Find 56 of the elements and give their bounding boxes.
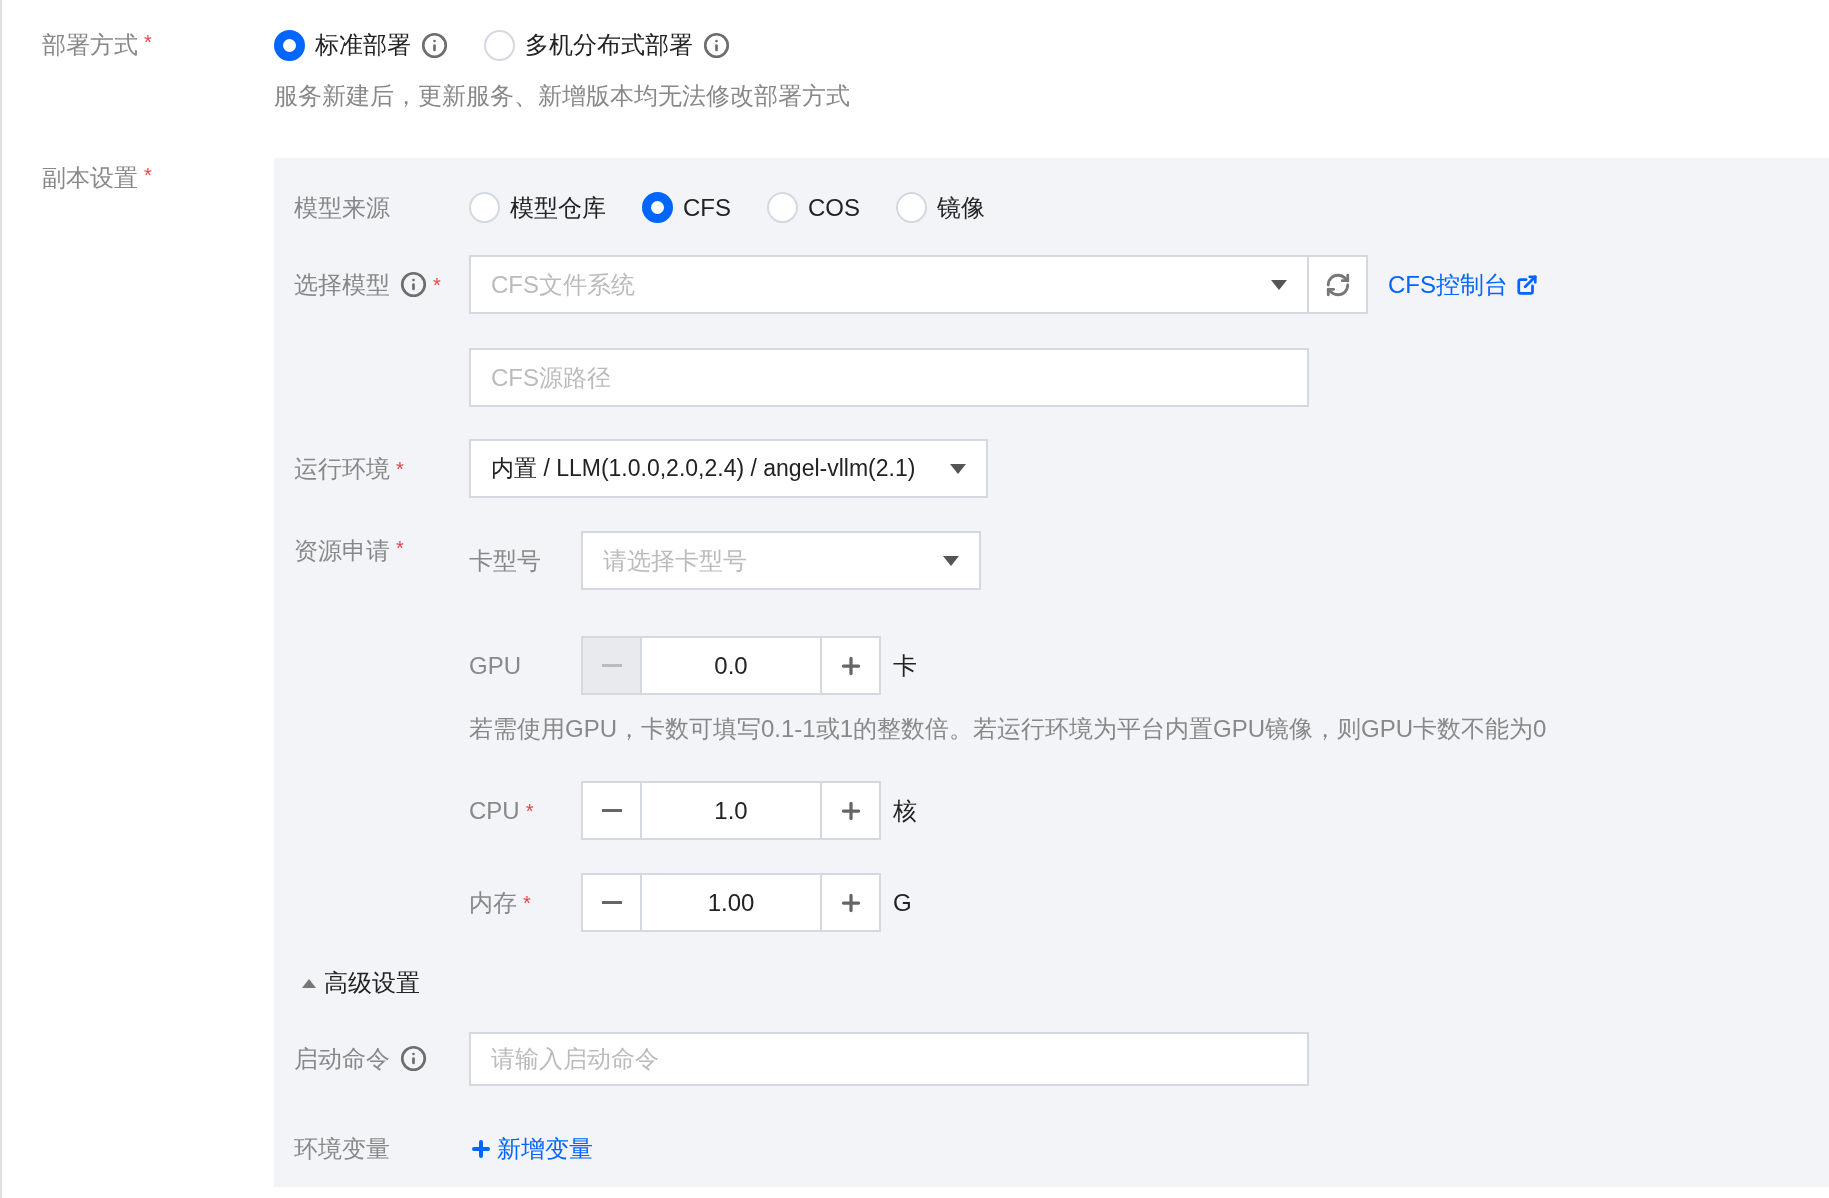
stepper-value: 1.00 <box>706 887 756 918</box>
required-asterisk: * <box>525 798 534 824</box>
dropdown-caret-icon <box>1271 279 1287 290</box>
add-variable-link[interactable]: 新增变量 <box>469 1130 593 1167</box>
unit-label: G <box>893 887 912 918</box>
field-label: 部署方式 <box>42 30 138 60</box>
refresh-button[interactable] <box>1309 255 1368 314</box>
field-label: 运行环境 <box>294 453 390 484</box>
number-stepper[interactable]: 1.0 <box>581 781 881 840</box>
field-label: GPU <box>469 650 521 681</box>
dropdown-field[interactable]: 内置 / LLM(1.0.0,2.0,2.4) / angel-vllm(2.1) <box>469 439 988 498</box>
required-asterisk: * <box>396 536 404 561</box>
unit-label: 核 <box>893 795 917 826</box>
radio-option[interactable]: 镜像 <box>896 189 985 226</box>
unit-label: 卡 <box>893 650 917 681</box>
required-asterisk: * <box>396 456 404 482</box>
field-label: 副本设置 <box>42 163 138 193</box>
required-asterisk: * <box>144 30 152 55</box>
minus-icon <box>601 901 622 904</box>
command-input[interactable]: 请输入启动命令 <box>469 1031 1309 1086</box>
dropdown-caret-icon <box>950 463 966 474</box>
number-stepper[interactable]: 1.00 <box>581 873 881 932</box>
field-label: 选择模型 <box>294 269 390 300</box>
collapse-caret-icon <box>302 978 316 988</box>
refresh-icon <box>1324 271 1351 298</box>
field-label: 内存 <box>469 887 517 918</box>
hint-text: 服务新建后，更新服务、新增版本均无法修改部署方式 <box>274 81 850 111</box>
info-icon[interactable] <box>421 31 448 59</box>
radio-option[interactable]: CFS <box>642 189 731 226</box>
path-input[interactable]: CFS源路径 <box>469 348 1309 407</box>
minus-icon <box>601 809 622 812</box>
radio-option[interactable]: 模型仓库 <box>469 189 606 226</box>
required-asterisk: * <box>433 272 441 298</box>
number-stepper[interactable]: 0.0 <box>581 636 881 695</box>
external-link-icon <box>1516 273 1538 296</box>
info-icon[interactable] <box>400 271 427 298</box>
field-label: CPU <box>469 795 520 826</box>
info-icon[interactable] <box>703 31 730 59</box>
field-label: 资源申请 <box>294 536 390 566</box>
field-label: 启动命令 <box>294 1043 390 1074</box>
console-link[interactable]: CFS控制台 <box>1388 266 1538 303</box>
required-asterisk: * <box>523 890 531 916</box>
info-icon[interactable] <box>400 1045 427 1072</box>
field-label: 卡型号 <box>469 545 541 576</box>
advanced-settings-toggle[interactable]: 高级设置 <box>302 968 1829 998</box>
field-label: 模型来源 <box>294 192 390 223</box>
hint-text: 若需使用GPU，卡数可填写0.1-1或1的整数倍。若运行环境为平台内置GPU镜像，则GPU卡数不能为0 <box>469 714 1547 744</box>
field-label: 环境变量 <box>294 1133 390 1164</box>
stepper-value: 0.0 <box>713 650 749 681</box>
stepper-value: 1.0 <box>713 795 749 826</box>
radio-option[interactable]: 多机分布式部署 <box>484 27 693 63</box>
minus-icon <box>601 664 622 667</box>
radio-option[interactable]: COS <box>767 189 860 226</box>
radio-option[interactable]: 标准部署 <box>274 27 411 63</box>
required-asterisk: * <box>144 163 152 188</box>
dropdown-caret-icon <box>943 555 959 566</box>
